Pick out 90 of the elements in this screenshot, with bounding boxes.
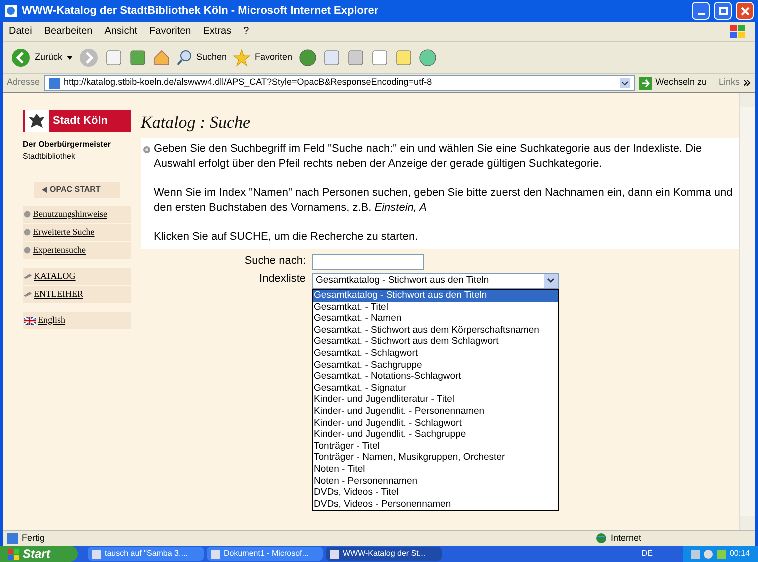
sidebar-link[interactable]: Expertensuche [33,244,86,258]
search-label: Suche nach: [244,254,306,269]
index-label: Indexliste [260,272,306,287]
menu-item[interactable]: Extras [197,24,238,39]
dropdown-option[interactable]: DVDs, Videos - Personennamen [313,498,558,510]
windows-logo-icon [8,548,19,560]
pencil-icon [24,292,32,297]
menu-item[interactable]: Datei [3,24,38,39]
sidebar-link[interactable]: ENTLEIHER [34,288,84,302]
page-icon [49,78,60,88]
zone-text: Internet [611,532,643,545]
dropdown-option[interactable]: Gesamtkat. - Sachgruppe [313,360,558,372]
forward-icon[interactable] [78,48,99,68]
links-button[interactable]: Links [718,76,740,90]
bullet-icon [24,247,31,254]
browser-icon [4,4,18,18]
dropdown-option[interactable]: Noten - Personennamen [313,476,558,488]
dropdown-option[interactable]: Gesamtkat. - Schlagwort [313,348,558,360]
sidebar-link[interactable]: English [38,314,66,328]
menu-item[interactable]: ? [238,24,256,39]
bullet-icon [24,211,31,218]
dropdown-option[interactable]: Gesamtkatalog - Stichwort aus den Titeln [313,290,558,302]
clock: 00:14 [730,548,750,560]
dropdown-option[interactable]: Kinder- und Jugendliteratur - Titel [313,394,558,406]
instruction-text: Klicken Sie auf SUCHE, um die Recherche zu starten. [154,230,418,245]
app-icon [92,550,101,558]
dropdown-option[interactable]: Kinder- und Jugendlit. - Personennamen [313,406,558,418]
menu-item[interactable]: Ansicht [98,24,144,39]
window-title: WWW-Katalog der StadtBibliothek Köln - Microsoft Internet Explorer [22,4,380,19]
dropdown-option[interactable]: Tonträger - Namen, Musikgruppen, Orchester [313,452,558,464]
dropdown-option[interactable]: Noten - Titel [313,464,558,476]
language-indicator: DE [642,548,653,560]
dropdown-option[interactable]: Gesamtkat. - Stichwort aus dem Schlagwort [313,336,558,348]
bullet-icon [143,146,151,154]
page-icon [7,533,18,544]
sidebar-link[interactable]: Erweiterte Suche [33,226,95,240]
close-icon [740,6,750,16]
taskbar-button[interactable]: Dokument1 - Microsof... [207,547,323,561]
status-text: Fertig [22,532,46,545]
search-button[interactable]: Suchen [176,50,228,66]
dropdown-option[interactable]: Kinder- und Jugendlit. - Schlagwort [313,418,558,430]
sidebar-link[interactable]: Benutzungshinweise [33,208,108,222]
go-button[interactable]: Wechseln zu [638,76,707,90]
chevron-icon[interactable] [744,80,751,86]
search-icon [176,50,193,66]
instruction-text: Geben Sie den Suchbegriff im Feld "Suche nach:" ein und wählen Sie eine Suchkategorie aus der Indexliste. Die Auswahl erfolgt über den Pfeil rechts neben der Anzeige der gerade gültigen Suchkategorie. [154,142,704,172]
dropdown-option[interactable]: Gesamtkat. - Stichwort aus dem Körperschaftsnamen [313,324,558,336]
dropdown-option[interactable]: Gesamtkat. - Signatur [313,382,558,394]
page-title: Katalog : Suche [141,112,252,134]
dropdown-option[interactable]: Kinder- und Jugendlit. - Sachgruppe [313,429,558,441]
windows-logo-icon [729,24,747,40]
dropdown-option[interactable]: DVDs, Videos - Titel [313,487,558,499]
triangle-icon [42,187,47,193]
search-field[interactable] [312,254,424,270]
bullet-icon [24,229,31,236]
caret-icon [547,278,555,284]
dept-name: Stadtbibliothek [23,151,76,163]
logo-text: Stadt Köln [52,114,109,129]
eagle-icon [28,112,46,130]
opac-start-button[interactable]: OPAC START [34,182,120,198]
globe-icon [596,533,607,544]
dropdown-option[interactable]: Tonträger - Titel [313,440,558,452]
address-label: Adresse [7,76,40,90]
arrow-icon [638,76,652,90]
pencil-icon [24,274,32,279]
taskbar-button[interactable]: tausch auf "Samba 3.... [88,547,204,561]
instruction-text: Wenn Sie im Index "Namen" nach Personen suchen, geben Sie bitte zuerst den Nachnamen ein, dann ein Komma und den ersten Buchstaben des Vornamens, z.B. Einstein, A [154,186,734,216]
favorites-button[interactable]: Favoriten [233,48,293,66]
home-icon[interactable] [152,48,171,66]
dropdown-option[interactable]: Gesamtkat. - Namen [313,313,558,325]
back-button[interactable]: Zurück [11,48,73,68]
close-button[interactable] [736,2,754,20]
flag-icon [24,316,36,324]
app-icon [211,550,220,558]
sidebar-link[interactable]: KATALOG [34,270,76,284]
caret-icon [66,56,73,60]
app-icon [330,550,339,558]
maximize-button[interactable] [714,2,732,20]
address-field[interactable]: http://katalog.stbib-koeln.de/alswww4.dll/APS_CAT?Style=OpacB&ResponseEncoding=utf-8 [44,75,635,91]
dropdown-option[interactable]: Gesamtkat. - Notations-Schlagwort [313,371,558,383]
dropdown-option[interactable]: Gesamtkat. - Titel [313,302,558,314]
index-dropdown[interactable]: Gesamtkatalog - Stichwort aus den Titeln [312,273,559,289]
menu-item[interactable]: Favoriten [144,24,198,39]
star-icon [233,48,252,66]
taskbar-button[interactable]: WWW-Katalog der St... [326,547,442,561]
opac-start-label: OPAC START [50,184,101,196]
start-button[interactable]: Start [0,546,78,562]
org-name: Der Oberbürgermeister [23,139,112,151]
menu-item[interactable]: Bearbeiten [38,24,99,39]
minimize-button[interactable] [692,2,710,20]
